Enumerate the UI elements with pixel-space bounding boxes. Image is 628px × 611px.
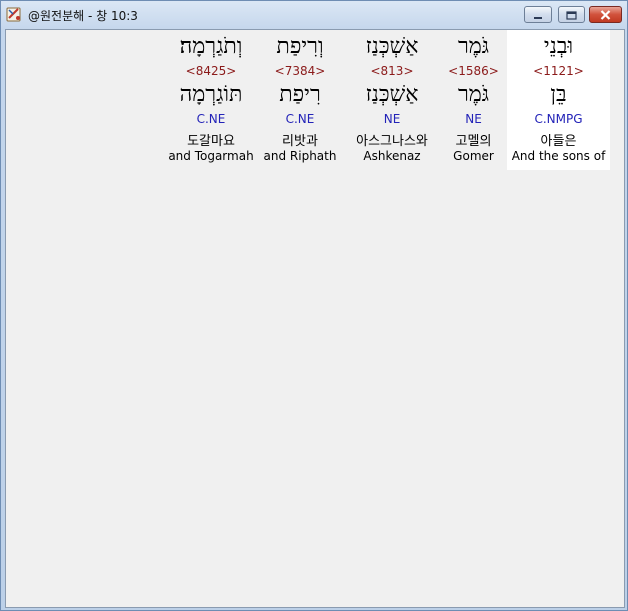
korean-gloss: 도갈마요	[187, 134, 235, 149]
bible-app-icon[interactable]	[5, 5, 23, 23]
morphology-code[interactable]: C.NE	[165, 112, 257, 126]
hebrew-root: תּוֹגַרְמָה	[179, 82, 243, 107]
maximize-button[interactable]	[558, 6, 585, 23]
morphology-code[interactable]: NE	[442, 112, 505, 126]
morphology-code[interactable]: C.NMPG	[507, 112, 610, 126]
hebrew-word: אַשְׁכְּנַז	[365, 34, 419, 59]
english-gloss: and Togarmah	[168, 149, 254, 163]
word-column-1[interactable]: וּבְנֵי <1121> בֵּן C.NMPG 아들은 And the s…	[507, 30, 610, 170]
word-column-3[interactable]: אַשְׁכְּנַז <813> אַשְׁכְּנַז NE 아스그나스와 …	[344, 30, 440, 170]
word-column-5[interactable]: וְתֹגַרְמָה׃ <8425> תּוֹגַרְמָה C.NE 도갈마…	[165, 30, 257, 170]
korean-gloss: 고멜의	[455, 134, 492, 149]
strong-number[interactable]: <8425>	[165, 64, 257, 78]
morphology-code[interactable]: NE	[344, 112, 440, 126]
strong-number[interactable]: <1586>	[442, 64, 505, 78]
hebrew-word: וְרִיפַת	[276, 34, 324, 59]
english-gloss: Gomer	[453, 149, 494, 163]
word-column-2[interactable]: גֹּמֶר <1586> גֹּמֶר NE 고멜의 Gomer	[442, 30, 505, 170]
hebrew-word: וּבְנֵי	[543, 34, 574, 59]
hebrew-root: רִיפַת	[279, 82, 321, 107]
strong-number[interactable]: <1121>	[507, 64, 610, 78]
hebrew-word: וְתֹגַרְמָה׃	[179, 34, 243, 59]
english-gloss: and Riphath	[263, 149, 337, 163]
korean-gloss: 리밧과	[282, 134, 318, 149]
app-window: @원전분해 - 창 10:3 וּבְנֵי <1121> בֵּן C.NMP…	[0, 0, 628, 611]
close-icon	[600, 5, 611, 24]
window-title: @원전분해 - 창 10:3	[28, 9, 138, 23]
minimize-icon	[533, 5, 543, 24]
strong-number[interactable]: <7384>	[259, 64, 341, 78]
english-gloss: And the sons of	[511, 149, 606, 163]
morphology-code[interactable]: C.NE	[259, 112, 341, 126]
maximize-icon	[566, 5, 577, 24]
strong-number[interactable]: <813>	[344, 64, 440, 78]
hebrew-root: בֵּן	[550, 82, 567, 107]
minimize-button[interactable]	[524, 6, 552, 23]
interlinear-pane: וּבְנֵי <1121> בֵּן C.NMPG 아들은 And the s…	[5, 29, 625, 608]
word-column-4[interactable]: וְרִיפַת <7384> רִיפַת C.NE 리밧과 and Riph…	[259, 30, 341, 170]
korean-gloss: 아들은	[540, 134, 577, 149]
korean-gloss: 아스그나스와	[356, 134, 428, 149]
hebrew-word: גֹּמֶר	[457, 34, 490, 59]
hebrew-root: אַשְׁכְּנַז	[365, 82, 419, 107]
english-gloss: Ashkenaz	[363, 149, 421, 163]
hebrew-root: גֹּמֶר	[457, 82, 490, 107]
close-button[interactable]	[589, 6, 622, 23]
title-bar[interactable]: @원전분해 - 창 10:3	[1, 1, 627, 28]
